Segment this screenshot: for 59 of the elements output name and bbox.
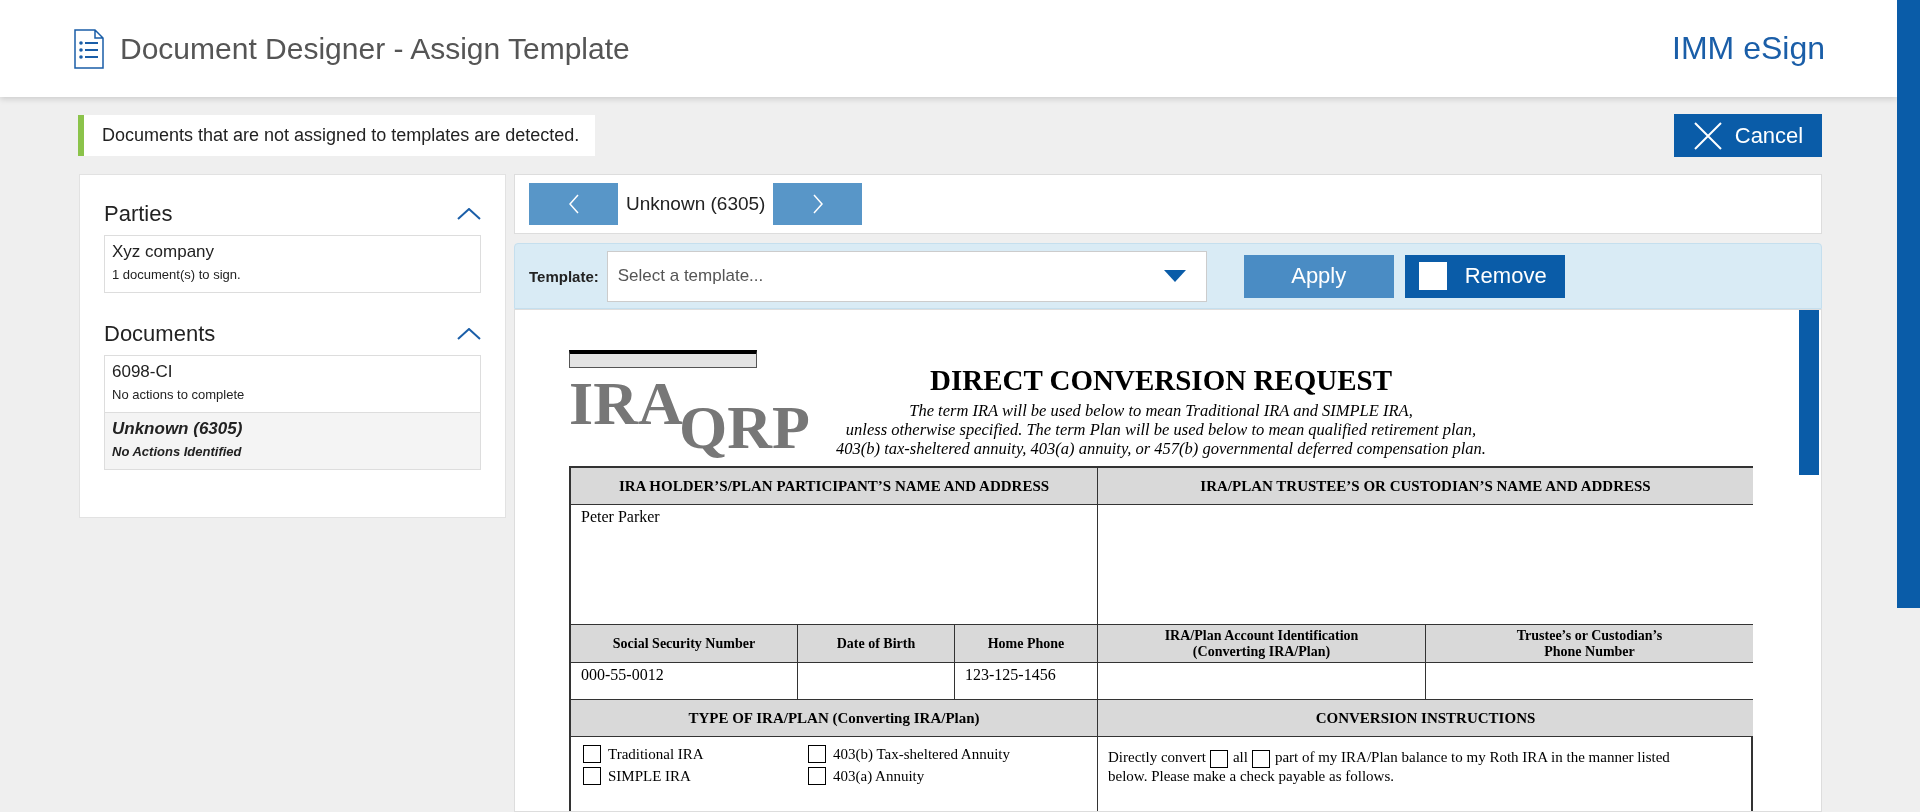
checkbox[interactable] <box>583 745 601 763</box>
checkbox[interactable] <box>583 767 601 785</box>
template-select[interactable]: Select a template... <box>606 250 1207 302</box>
header-cell: CONVERSION INSTRUCTIONS <box>1098 700 1753 737</box>
cancel-button[interactable]: Cancel <box>1674 114 1822 157</box>
checkbox[interactable] <box>808 767 826 785</box>
header-cell: Trustee’s or Custodian’s Phone Number <box>1426 625 1753 663</box>
current-document: Unknown (6305) <box>625 193 767 215</box>
dropdown-caret-icon <box>1163 270 1186 282</box>
header-cell: IRA HOLDER’S/PLAN PARTICIPANT’S NAME AND ADDRESS <box>571 468 1098 505</box>
table-cell: Peter Parker <box>571 505 1098 625</box>
instruction-text: below. Please make a check payable as follows. <box>1108 767 1395 785</box>
scrollbar-thumb[interactable] <box>1897 0 1920 608</box>
intro-line: The term IRA will be used below to mean Traditional IRA and SIMPLE IRA, <box>909 401 1413 420</box>
page-title: Document Designer - Assign Template <box>120 31 631 66</box>
section-title: Documents <box>104 321 216 347</box>
square-icon <box>1418 262 1447 290</box>
chevron-left-icon <box>568 194 579 214</box>
intro-line: unless otherwise specified. The term Plan will be used below to mean qualified retirement plan, <box>845 420 1477 439</box>
header-cell: IRA/Plan Account Identification (Converting IRA/Plan) <box>1098 625 1426 663</box>
table-cell: 123-125-1456 <box>955 663 1098 700</box>
item-name: 6098-CI <box>112 361 174 383</box>
header-cell: Date of Birth <box>798 625 955 663</box>
item-detail: No Actions Identified <box>112 443 243 461</box>
chevron-right-icon <box>812 194 823 214</box>
brand-name: IMM eSign <box>1672 30 1825 67</box>
option-label: SIMPLE IRA <box>608 767 691 785</box>
item-name: Xyz company <box>112 241 216 263</box>
table-cell: 000-55-0012 <box>571 663 798 700</box>
option-label: 403(a) Annuity <box>833 767 925 785</box>
list-item[interactable]: Unknown (6305) No Actions Identified <box>105 412 480 469</box>
item-name: Unknown (6305) <box>112 418 244 440</box>
header-cell: Social Security Number <box>571 625 798 663</box>
intro-line: 403(b) tax-sheltered annuity, 403(a) annuity, or 457(b) governmental deferred compensation plan. <box>836 439 1486 458</box>
list-document-icon <box>74 28 104 69</box>
section-title: Parties <box>104 201 173 227</box>
option-label: Traditional IRA <box>608 745 704 763</box>
header-cell: IRA/PLAN TRUSTEE’S OR CUSTODIAN’S NAME AND ADDRESS <box>1098 468 1753 505</box>
template-label: Template: <box>529 267 599 285</box>
checkbox[interactable] <box>808 745 826 763</box>
chevron-up-icon[interactable] <box>457 328 481 340</box>
header-cell: Home Phone <box>955 625 1098 663</box>
alert-message: Documents that are not assigned to templates are detected. <box>78 115 596 156</box>
item-detail: 1 document(s) to sign. <box>112 266 242 284</box>
header-cell: TYPE OF IRA/PLAN (Converting IRA/Plan) <box>571 700 1098 737</box>
logo-text: IRA <box>569 372 683 434</box>
instruction-text: part of my IRA/Plan balance to my Roth IRA in the manner listed <box>1274 749 1670 765</box>
option-label: all <box>1232 749 1248 765</box>
instruction-text: Directly convert <box>1108 749 1206 765</box>
remove-button[interactable]: Remove <box>1404 254 1565 298</box>
checkbox[interactable] <box>1209 749 1228 768</box>
close-icon <box>1692 120 1723 151</box>
option-label: 403(b) Tax-sheltered Annuity <box>833 745 1010 763</box>
item-detail: No actions to complete <box>112 386 246 404</box>
scrollbar-thumb[interactable] <box>1799 310 1819 475</box>
chevron-up-icon[interactable] <box>457 208 481 220</box>
document-title: DIRECT CONVERSION REQUEST <box>930 364 1392 397</box>
checkbox[interactable] <box>1251 749 1270 768</box>
apply-button[interactable]: Apply <box>1243 254 1394 298</box>
